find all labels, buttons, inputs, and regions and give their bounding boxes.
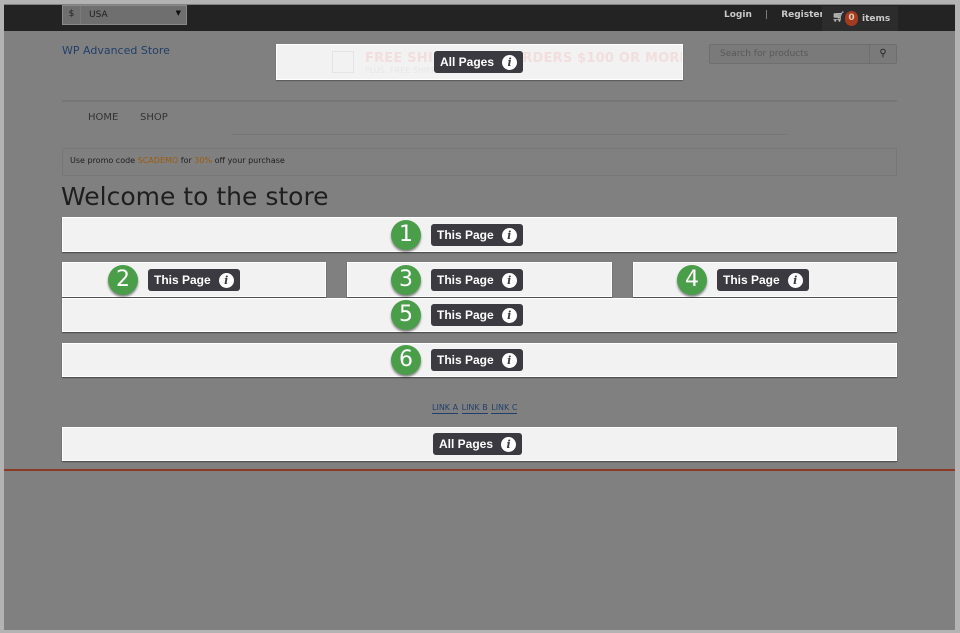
scope-tag[interactable]: This Page i: [431, 224, 523, 246]
scope-tag[interactable]: This Page i: [431, 269, 523, 291]
zone-marker: All Pages i: [433, 433, 523, 455]
register-link[interactable]: Register: [781, 10, 824, 20]
promo-middle: for: [178, 156, 195, 165]
scope-tag[interactable]: This Page i: [431, 304, 523, 326]
zone-marker: 3 This Page i: [391, 265, 523, 295]
info-icon[interactable]: i: [787, 272, 803, 288]
footer-zone-all-pages[interactable]: All Pages i: [62, 427, 897, 461]
zone-number: 6: [391, 345, 421, 375]
nav-item-home[interactable]: HOME: [88, 112, 118, 123]
top-bar: $ USA ▼ Login | Register 🛒︎ 0 items: [4, 5, 955, 31]
dropdown-arrow-icon: ▼: [175, 9, 181, 17]
account-links: Login | Register: [724, 10, 834, 20]
zone-number: 5: [391, 300, 421, 330]
zone-marker: 2 This Page i: [108, 265, 240, 295]
nav-item-shop[interactable]: SHOP: [140, 112, 168, 123]
info-icon[interactable]: i: [501, 307, 517, 323]
zone-marker: 4 This Page i: [677, 265, 809, 295]
store-logo[interactable]: WP Advanced Store: [62, 44, 170, 57]
scope-tag[interactable]: This Page i: [431, 349, 523, 371]
login-link[interactable]: Login: [724, 10, 752, 20]
currency-select[interactable]: $ USA ▼: [62, 5, 187, 25]
magnifier-icon: ⚲: [879, 48, 887, 59]
banner-ghost-headline: FREE SHIPPING ON ORDERS $100 OR MORE: [365, 51, 683, 66]
promo-code: SCADEMO: [137, 156, 179, 165]
search-input[interactable]: [710, 45, 870, 63]
zone-marker: All Pages i: [434, 51, 524, 73]
info-icon[interactable]: i: [501, 272, 517, 288]
promo-suffix: off your purchase: [212, 156, 285, 165]
scope-tag-label: All Pages: [440, 55, 495, 69]
currency-value: USA: [89, 10, 108, 20]
cart-items-label: items: [862, 14, 891, 24]
footer-links: LINK A LINK B LINK C: [432, 403, 518, 414]
info-icon[interactable]: i: [501, 227, 517, 243]
scope-tag[interactable]: All Pages i: [434, 51, 524, 73]
page-overlay: $ USA ▼ Login | Register 🛒︎ 0 items WP A…: [4, 4, 955, 630]
scope-tag-label: This Page: [437, 228, 494, 242]
info-icon[interactable]: i: [218, 272, 234, 288]
scope-tag[interactable]: This Page i: [148, 269, 240, 291]
page-title: Welcome to the store: [61, 182, 329, 211]
main-nav: HOME SHOP: [62, 100, 897, 135]
footer-link-b[interactable]: LINK B: [461, 403, 488, 414]
promo-discount: 30%: [194, 156, 213, 165]
content-zone-5[interactable]: 5 This Page i: [62, 298, 897, 332]
search-box: ⚲: [709, 44, 897, 64]
content-zone-3[interactable]: 3 This Page i: [347, 262, 612, 297]
content-zone-2[interactable]: 2 This Page i: [62, 262, 326, 297]
zone-number: 2: [108, 265, 138, 295]
scope-tag-label: This Page: [723, 273, 780, 287]
scope-tag-label: This Page: [437, 353, 494, 367]
cart-icon: 🛒︎: [832, 12, 845, 23]
scope-tag-label: All Pages: [439, 437, 494, 451]
content-zone-6[interactable]: 6 This Page i: [62, 343, 897, 377]
zone-number: 3: [391, 265, 421, 295]
info-icon[interactable]: i: [502, 54, 518, 70]
scope-tag[interactable]: This Page i: [717, 269, 809, 291]
link-separator: |: [765, 10, 769, 20]
info-icon[interactable]: i: [501, 436, 517, 452]
zone-marker: 6 This Page i: [391, 345, 523, 375]
info-icon[interactable]: i: [501, 352, 517, 368]
zone-number: 1: [391, 220, 421, 250]
promo-bar: Use promo code SCADEMO for 30% off your …: [62, 148, 897, 176]
header-zone-all-pages[interactable]: FREE SHIPPING ON ORDERS $100 OR MORE PLU…: [276, 44, 683, 80]
scope-tag[interactable]: All Pages i: [433, 433, 523, 455]
zone-marker: 1 This Page i: [391, 220, 523, 250]
package-icon: [332, 51, 354, 73]
cart-count-badge: 0: [845, 11, 858, 26]
promo-prefix: Use promo code: [70, 156, 138, 165]
scope-tag-label: This Page: [437, 273, 494, 287]
content-zone-4[interactable]: 4 This Page i: [633, 262, 897, 297]
footer-link-c[interactable]: LINK C: [491, 403, 518, 414]
zone-marker: 5 This Page i: [391, 300, 523, 330]
nav-divider: [232, 134, 787, 135]
search-button[interactable]: ⚲: [869, 45, 896, 63]
scope-tag-label: This Page: [437, 308, 494, 322]
cart-button[interactable]: 🛒︎ 0 items: [822, 6, 898, 31]
currency-symbol: $: [63, 6, 81, 24]
footer-link-a[interactable]: LINK A: [432, 403, 459, 414]
content-zone-1[interactable]: 1 This Page i: [62, 217, 897, 252]
page-end-divider: [4, 469, 955, 471]
zone-number: 4: [677, 265, 707, 295]
scope-tag-label: This Page: [154, 273, 211, 287]
